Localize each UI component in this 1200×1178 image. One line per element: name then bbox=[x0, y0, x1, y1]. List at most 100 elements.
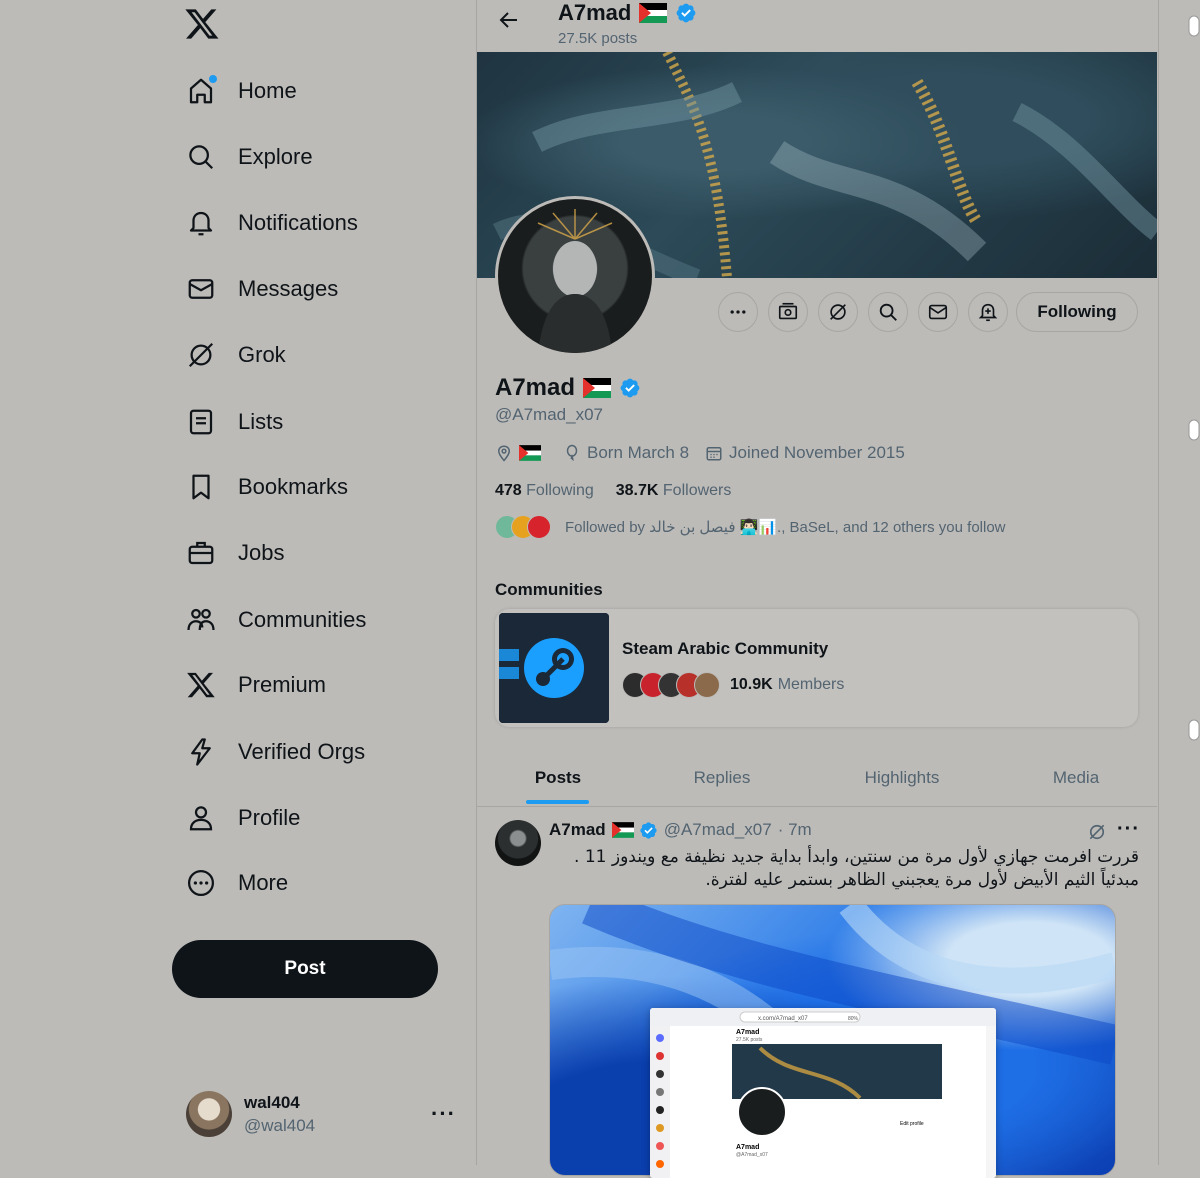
members-label: Members bbox=[777, 676, 845, 693]
sidebar-item-label: Messages bbox=[238, 276, 339, 301]
sidebar-item-label: Explore bbox=[238, 144, 313, 169]
bookmark-icon bbox=[186, 472, 216, 502]
preview-profile-name: A7mad bbox=[736, 1144, 759, 1151]
account-name: wal404 bbox=[244, 1093, 300, 1112]
sidebar-item-label: Lists bbox=[238, 409, 284, 434]
avatar bbox=[186, 1091, 232, 1137]
sidebar-item-home[interactable]: Home bbox=[172, 66, 317, 116]
envelope-icon bbox=[928, 304, 948, 320]
search-icon bbox=[186, 142, 216, 172]
sidebar-item-more[interactable]: More bbox=[172, 858, 308, 908]
verified-badge-icon bbox=[675, 2, 697, 24]
sidebar-item-premium[interactable]: Premium bbox=[172, 660, 346, 710]
grok-icon bbox=[830, 304, 846, 320]
sidebar-item-label: Jobs bbox=[238, 540, 285, 565]
grok-icon[interactable] bbox=[1087, 822, 1107, 842]
location-icon bbox=[497, 445, 511, 462]
tweet-text: قررت افرمت جهازي لأول مرة من سنتين، وابد… bbox=[574, 847, 1139, 890]
sidebar-item-messages[interactable]: Messages bbox=[172, 264, 358, 314]
briefcase-icon bbox=[186, 538, 216, 568]
tab-highlights[interactable]: Highlights bbox=[846, 750, 958, 806]
sidebar-item-label: Grok bbox=[238, 342, 286, 367]
community-name[interactable]: Steam Arabic Community bbox=[622, 639, 828, 659]
sidebar-item-profile[interactable]: Profile bbox=[172, 793, 320, 843]
x-logo-icon[interactable] bbox=[184, 6, 220, 42]
following-link[interactable]: 478 Following bbox=[495, 482, 594, 500]
communities-title: Communities bbox=[495, 580, 603, 599]
x-logo-icon bbox=[186, 670, 216, 700]
sidebar-item-notifications[interactable]: Notifications bbox=[172, 198, 378, 248]
person-icon bbox=[186, 803, 216, 833]
list-icon bbox=[186, 407, 216, 437]
notify-button[interactable] bbox=[968, 292, 1008, 332]
post-button[interactable]: Post bbox=[172, 940, 438, 998]
grok-icon bbox=[186, 340, 216, 370]
bell-icon bbox=[186, 208, 216, 238]
avatar bbox=[694, 672, 720, 698]
sidebar-item-label: Notifications bbox=[238, 210, 358, 235]
back-arrow-icon[interactable] bbox=[496, 8, 520, 32]
header-name: A7mad bbox=[558, 0, 632, 25]
sidebar-item-verified-orgs[interactable]: Verified Orgs bbox=[172, 727, 385, 777]
sidebar-item-explore[interactable]: Explore bbox=[172, 132, 333, 182]
verified-badge-icon bbox=[619, 377, 641, 399]
scrollbar-handle-2[interactable] bbox=[1188, 718, 1200, 742]
profile-avatar[interactable] bbox=[495, 196, 655, 356]
sidebar-item-label: Profile bbox=[238, 805, 301, 830]
account-switcher[interactable]: wal404 @wal404 ··· bbox=[184, 1088, 456, 1140]
tab-posts[interactable]: Posts bbox=[508, 750, 608, 806]
sidebar-item-label: Communities bbox=[238, 607, 367, 632]
sidebar-item-communities[interactable]: Communities bbox=[172, 595, 386, 645]
palestine-flag-icon bbox=[611, 822, 634, 838]
more-icon bbox=[730, 310, 746, 314]
subscribe-button[interactable] bbox=[768, 292, 808, 332]
preview-zoom: 80% bbox=[848, 1016, 859, 1022]
preview-handle: @A7mad_x07 bbox=[736, 1152, 768, 1158]
tab-media[interactable]: Media bbox=[1036, 750, 1116, 806]
sidebar-item-grok[interactable]: Grok bbox=[172, 330, 306, 380]
sidebar-item-label: Home bbox=[238, 78, 297, 103]
preview-edit-profile: Edit profile bbox=[900, 1121, 924, 1127]
search-profile-button[interactable] bbox=[868, 292, 908, 332]
sidebar-item-bookmarks[interactable]: Bookmarks bbox=[172, 462, 368, 512]
divider bbox=[477, 806, 1157, 807]
post-count: 27.5K posts bbox=[558, 30, 638, 47]
avatar bbox=[527, 515, 551, 539]
followers-link[interactable]: 38.7K Followers bbox=[616, 482, 732, 500]
tweet-more-icon[interactable]: ··· bbox=[1117, 818, 1140, 841]
sidebar-item-lists[interactable]: Lists bbox=[172, 397, 303, 447]
more-button[interactable] bbox=[718, 292, 758, 332]
tab-replies[interactable]: Replies bbox=[672, 750, 772, 806]
preview-name: A7mad bbox=[736, 1029, 759, 1036]
people-icon bbox=[186, 605, 216, 635]
sidebar-item-jobs[interactable]: Jobs bbox=[172, 528, 304, 578]
balloon-icon bbox=[566, 444, 578, 461]
bell-plus-icon bbox=[978, 303, 998, 322]
more-circle-icon bbox=[186, 868, 216, 898]
sidebar-item-label: Premium bbox=[238, 672, 327, 697]
profile-name: A7mad bbox=[495, 374, 576, 401]
lightning-icon bbox=[186, 737, 216, 767]
scroll-up-icon[interactable] bbox=[1188, 14, 1200, 38]
search-icon bbox=[879, 303, 897, 321]
tweet-author-handle[interactable]: @A7mad_x07 bbox=[664, 820, 772, 840]
following-button[interactable]: Following bbox=[1016, 292, 1138, 332]
members-count: 10.9K bbox=[730, 676, 773, 693]
calendar-icon bbox=[706, 447, 722, 461]
location-item bbox=[495, 444, 547, 462]
scrollbar-handle[interactable] bbox=[1188, 418, 1200, 442]
tweet-avatar[interactable] bbox=[495, 820, 541, 866]
more-icon[interactable]: ··· bbox=[431, 1101, 456, 1127]
tweet-time[interactable]: · 7m bbox=[778, 820, 812, 840]
active-tab-indicator bbox=[526, 800, 589, 804]
message-button[interactable] bbox=[918, 292, 958, 332]
sidebar-item-label: Verified Orgs bbox=[238, 739, 366, 764]
preview-posts: 27.5K posts bbox=[736, 1037, 763, 1043]
joined-date: Joined November 2015 bbox=[729, 443, 905, 462]
grok-button[interactable] bbox=[818, 292, 858, 332]
palestine-flag-icon bbox=[519, 445, 541, 461]
profile-meta: Born March 8 Joined November 2015 bbox=[495, 442, 921, 464]
followed-by[interactable]: Followed by فيصل بن خالد 👨🏻‍💻📊., BaSeL, … bbox=[495, 515, 1006, 539]
notification-dot bbox=[208, 74, 218, 84]
tweet-author-name[interactable]: A7mad bbox=[549, 820, 606, 840]
